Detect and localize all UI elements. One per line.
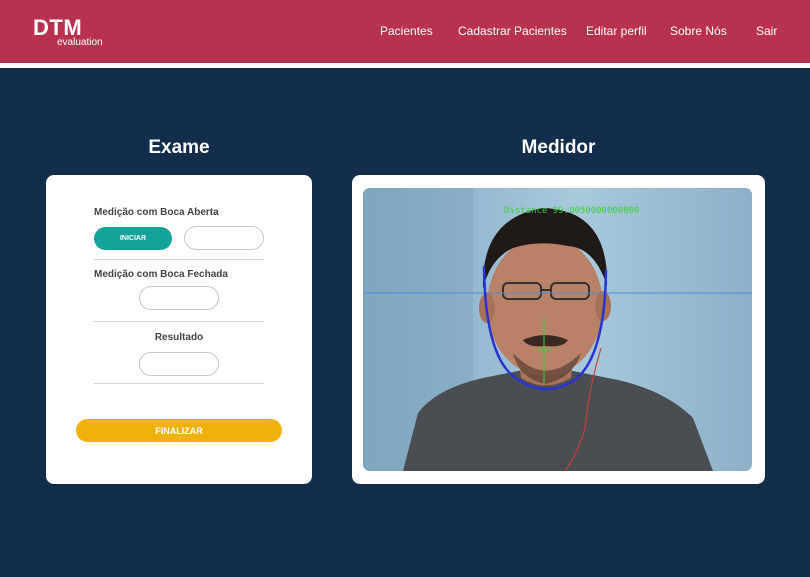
nav-item-cadastrar-pacientes[interactable]: Cadastrar Pacientes: [458, 23, 567, 39]
closed-mouth-value-field[interactable]: [139, 286, 219, 310]
start-button[interactable]: INICIAR: [94, 227, 172, 250]
meter-title: Medidor: [521, 137, 596, 158]
open-mouth-value-field[interactable]: [184, 226, 264, 250]
webcam-frame-illustration: [363, 188, 752, 471]
nav-item-editar-perfil[interactable]: Editar perfil: [586, 23, 647, 39]
divider: [94, 259, 264, 260]
nav-item-sobre-nos[interactable]: Sobre Nós: [670, 23, 727, 39]
divider: [94, 321, 264, 322]
open-mouth-label: Medição com Boca Aberta: [94, 207, 219, 218]
result-label: Resultado: [154, 332, 204, 343]
distance-readout: Distance 99.0050000000000: [504, 206, 640, 216]
header-divider: [0, 63, 810, 68]
exam-title: Exame: [148, 137, 210, 158]
divider: [94, 383, 264, 384]
finish-button[interactable]: FINALIZAR: [76, 419, 282, 442]
nav-item-sair[interactable]: Sair: [756, 23, 777, 39]
nav-item-pacientes[interactable]: Pacientes: [380, 23, 433, 39]
main-nav: Pacientes Cadastrar Pacientes Editar per…: [0, 23, 810, 41]
top-navigation-bar: DTM evaluation Pacientes Cadastrar Pacie…: [0, 0, 810, 63]
closed-mouth-label: Medição com Boca Fechada: [94, 269, 228, 280]
result-value-field[interactable]: [139, 352, 219, 376]
camera-feed: Distance 99.0050000000000: [363, 188, 752, 471]
